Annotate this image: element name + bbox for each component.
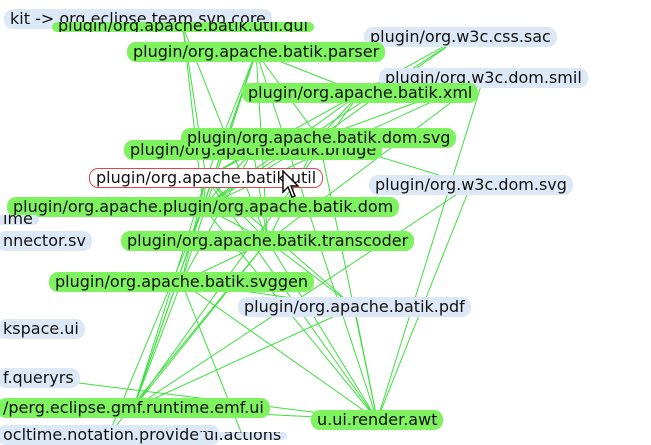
graph-node[interactable]: plugin/org.apache.plugin/org.apache.bati…	[7, 197, 400, 217]
graph-node[interactable]: kspace.ui	[0, 319, 85, 339]
graph-node[interactable]: plugin/org.w3c.dom.svg	[369, 175, 573, 195]
graph-node[interactable]: nnector.sv	[0, 231, 92, 251]
graph-node[interactable]: ui.actions	[198, 432, 288, 440]
graph-node[interactable]: u.ui.render.awt	[311, 410, 444, 430]
graph-edge	[267, 240, 378, 421]
graph-node[interactable]: /perg.eclipse.gmf.runtime.emf.ui	[0, 398, 270, 418]
graph-node[interactable]: ocltime.notation.providers	[0, 425, 221, 445]
graph-node[interactable]: plugin/org.w3c.css.sac	[364, 27, 557, 47]
graph-node[interactable]: f.queryrs	[0, 368, 80, 388]
graph-node[interactable]: plugin/org.apache.batik.xml	[242, 83, 479, 103]
graph-node[interactable]: ime	[0, 215, 39, 225]
graph-node[interactable]: plugin/org.apache.batik.util.gui	[52, 22, 314, 32]
graph-edges	[38, 26, 484, 437]
dependency-graph-canvas[interactable]: kit -> org.eclipse.team.svn.core plugin/…	[0, 0, 651, 445]
graph-edge	[252, 149, 269, 242]
graph-node[interactable]: plugin/org.apache.batik.svggen	[49, 272, 314, 292]
graph-node[interactable]: plugin/org.apache.batik.pdf	[238, 297, 471, 317]
mouse-pointer-icon	[282, 170, 300, 198]
graph-node[interactable]: plugin/org.apache.batik.transcoder	[121, 231, 415, 251]
graph-node[interactable]: plugin/org.apache.batik.parser	[127, 42, 386, 62]
graph-node[interactable]: plugin/org.apache.batik.dom.svg	[181, 128, 457, 148]
